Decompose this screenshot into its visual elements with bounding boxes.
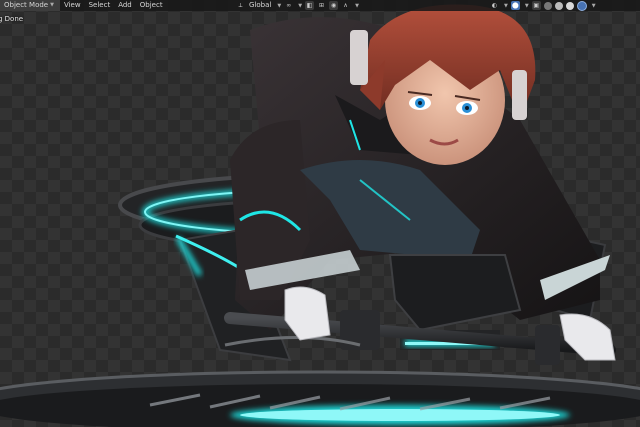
material-shading-icon[interactable] <box>565 1 574 10</box>
transform-tools: ⟂ Global ▼ ∞ ▼ ◧ ⊞ ◉ ∧ ▼ <box>236 0 359 11</box>
menu-select[interactable]: Select <box>85 0 115 11</box>
snap-target-icon[interactable]: ⊞ <box>317 1 326 10</box>
viewport-header: Object Mode ▼ View Select Add Object ⟂ G… <box>0 0 640 11</box>
menu-add[interactable]: Add <box>114 0 136 11</box>
solid-shading-icon[interactable] <box>554 1 563 10</box>
orientation-dropdown[interactable]: Global <box>248 0 272 11</box>
operation-status-text: g Done <box>0 15 24 23</box>
shading-tools: ◐ ▼ ⬤ ▼ ▣ ▼ <box>490 0 596 11</box>
rendered-shading-icon[interactable] <box>576 0 587 11</box>
chevron-down-icon: ▼ <box>524 2 529 9</box>
visibility-icon[interactable]: ◐ <box>490 1 499 10</box>
chevron-down-icon: ▼ <box>591 2 596 9</box>
overlay-icon[interactable]: ⬤ <box>510 1 520 10</box>
rendered-scene <box>0 4 640 427</box>
menu-object[interactable]: Object <box>136 0 167 11</box>
chevron-down-icon: ▼ <box>355 2 359 9</box>
link-icon[interactable]: ∞ <box>284 1 293 10</box>
snap-magnet-icon[interactable]: ◧ <box>305 1 315 10</box>
blender-3d-viewport-window: Object Mode ▼ View Select Add Object ⟂ G… <box>0 0 640 427</box>
menu-view[interactable]: View <box>60 0 85 11</box>
disc-front <box>0 370 640 427</box>
wireframe-shading-icon[interactable] <box>543 1 552 10</box>
global-axes-icon[interactable]: ⟂ <box>236 1 245 10</box>
3d-viewport[interactable] <box>0 0 640 427</box>
mode-selector[interactable]: Object Mode ▼ <box>0 0 60 11</box>
proportional-edit-icon[interactable]: ◉ <box>329 1 339 10</box>
chevron-down-icon: ▼ <box>298 2 303 9</box>
chevron-down-icon: ▼ <box>50 2 54 8</box>
mode-label: Object Mode <box>4 1 49 9</box>
chevron-down-icon: ▼ <box>277 2 282 9</box>
falloff-icon[interactable]: ∧ <box>341 1 350 10</box>
chevron-down-icon: ▼ <box>504 2 508 9</box>
xray-icon[interactable]: ▣ <box>531 1 541 10</box>
